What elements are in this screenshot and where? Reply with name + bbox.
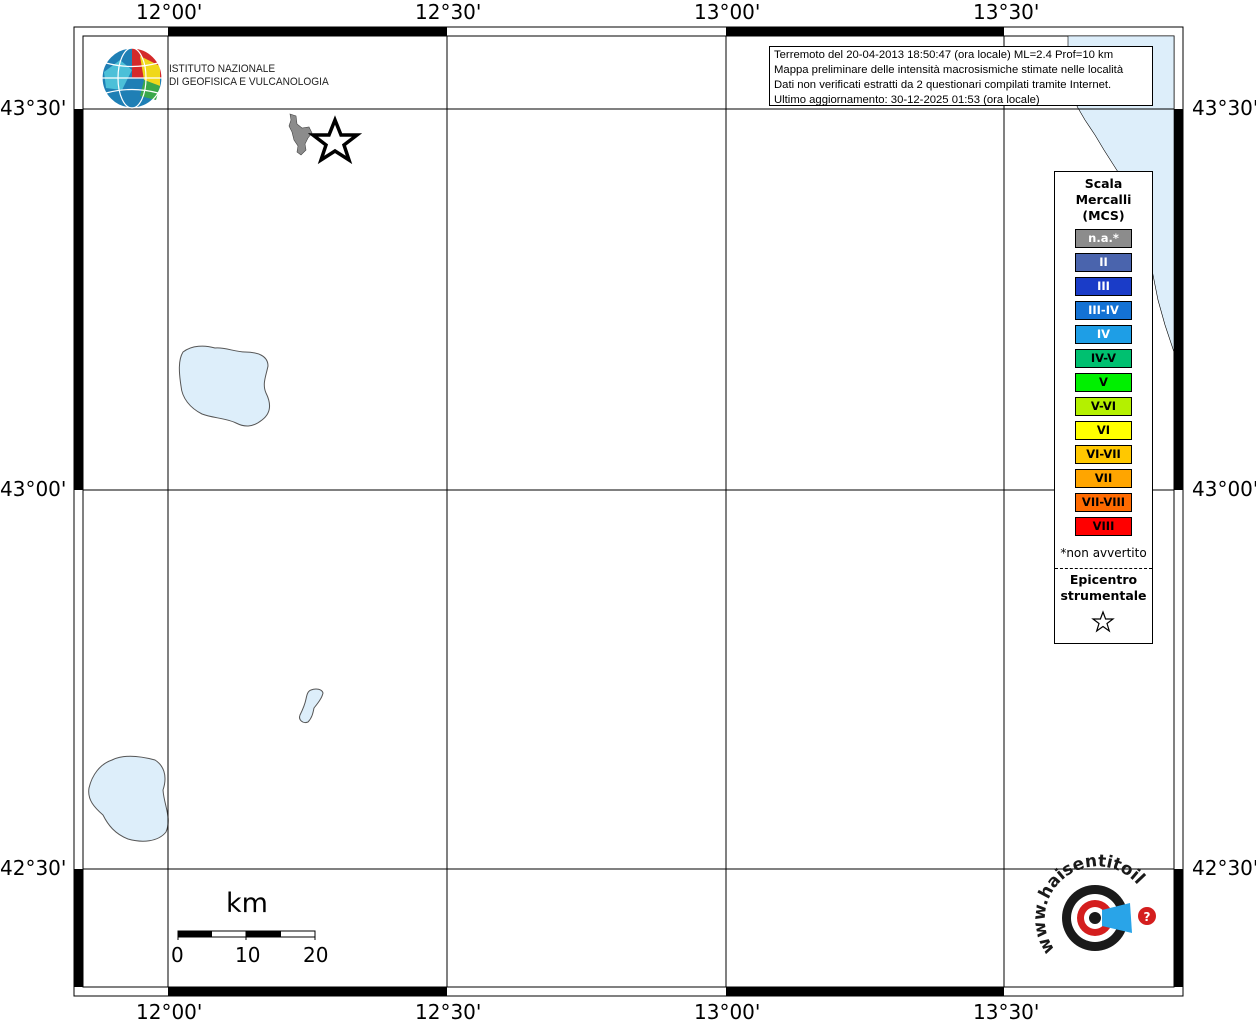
bottom-axis-label: 12°00' xyxy=(136,1000,203,1024)
legend-swatch-vi: VI xyxy=(1075,421,1132,440)
legend-note: *non avvertito xyxy=(1060,546,1147,560)
legend-swatch-iv-v: IV-V xyxy=(1075,349,1132,368)
scale-tick-label: 0 xyxy=(171,943,184,967)
map-inner-frame xyxy=(82,35,1175,988)
event-info-line: Terremoto del 20-04-2013 18:50:47 (ora l… xyxy=(774,49,1114,61)
legend-swatch-vi-vii: VI-VII xyxy=(1075,445,1132,464)
scale-tick-label: 10 xyxy=(235,943,261,967)
legend-swatch-n-a: n.a.* xyxy=(1075,229,1132,248)
bottom-axis-label: 13°30' xyxy=(973,1000,1040,1024)
scale-tick-label: 20 xyxy=(303,943,329,967)
right-axis-label: 42°30' xyxy=(1192,856,1256,880)
institute-name: ISTITUTO NAZIONALE DI GEOFISICA E VULCAN… xyxy=(169,63,329,89)
left-axis-label: 43°00' xyxy=(0,477,67,501)
legend-epicenter-line: strumentale xyxy=(1060,588,1147,603)
event-info-line: Mappa preliminare delle intensità macros… xyxy=(774,64,1124,76)
bottom-axis-label: 12°30' xyxy=(415,1000,482,1024)
left-axis-label: 42°30' xyxy=(0,856,67,880)
legend-swatch-iii-iv: III-IV xyxy=(1075,301,1132,320)
left-axis-label: 43°30' xyxy=(0,96,67,120)
ingv-logo-icon xyxy=(101,47,163,109)
legend-swatch-vii-viii: VII-VIII xyxy=(1075,493,1132,512)
institute-name-line1: ISTITUTO NAZIONALE xyxy=(169,63,276,75)
legend-epicenter-label: Epicentro strumentale xyxy=(1055,572,1152,604)
legend-title: Scala Mercalli (MCS) xyxy=(1055,176,1152,224)
top-axis-label: 12°30' xyxy=(415,0,482,24)
scale-unit: km xyxy=(226,888,268,919)
legend-swatch-ii: II xyxy=(1075,253,1132,272)
legend-swatch-iv: IV xyxy=(1075,325,1132,344)
institute-name-line2: DI GEOFISICA E VULCANOLOGIA xyxy=(169,76,329,88)
legend-star-icon xyxy=(1091,610,1115,633)
top-axis-label: 13°30' xyxy=(973,0,1040,24)
event-info-line: Dati non verificati estratti da 2 questi… xyxy=(774,79,1112,91)
legend-swatch-iii: III xyxy=(1075,277,1132,296)
legend-swatch-vii: VII xyxy=(1075,469,1132,488)
legend-title-line: (MCS) xyxy=(1082,208,1125,223)
legend-swatch-v-vi: V-VI xyxy=(1075,397,1132,416)
legend-swatch-v: V xyxy=(1075,373,1132,392)
right-axis-label: 43°30' xyxy=(1192,96,1256,120)
right-axis-label: 43°00' xyxy=(1192,477,1256,501)
legend-title-line: Scala xyxy=(1084,176,1123,191)
legend-swatch-viii: VIII xyxy=(1075,517,1132,536)
event-info-box: Terremoto del 20-04-2013 18:50:47 (ora l… xyxy=(769,46,1153,106)
top-axis-label: 13°00' xyxy=(694,0,761,24)
svg-text:?: ? xyxy=(1144,910,1151,924)
bottom-axis-label: 13°00' xyxy=(694,1000,761,1024)
legend-title-line: Mercalli xyxy=(1075,192,1132,207)
legend-divider xyxy=(1055,568,1152,569)
top-axis-label: 12°00' xyxy=(136,0,203,24)
event-info-line: Ultimo aggiornamento: 30-12-2025 01:53 (… xyxy=(774,94,1040,106)
legend-epicenter-line: Epicentro xyxy=(1069,572,1138,587)
mcs-legend: Scala Mercalli (MCS) n.a.* II III III-IV IV I… xyxy=(1054,171,1153,644)
